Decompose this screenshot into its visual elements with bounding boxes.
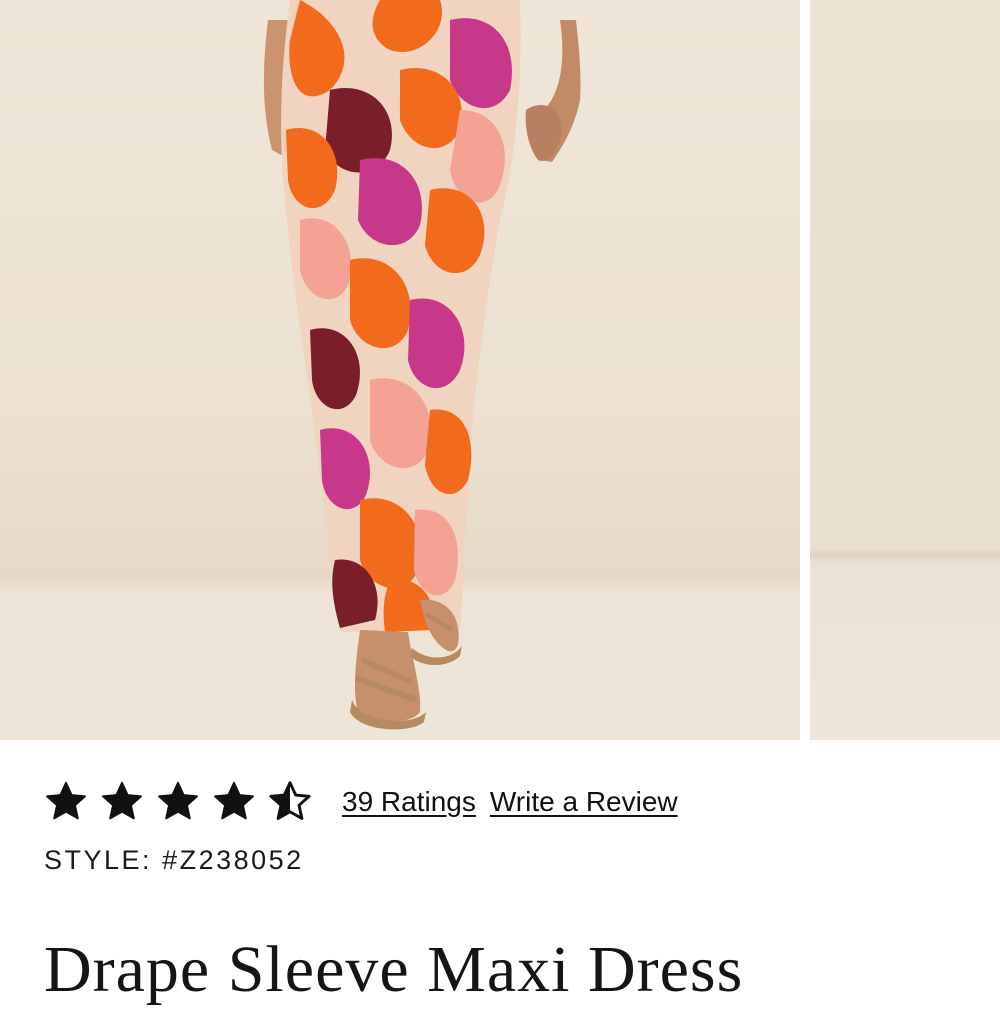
- main-product-photo[interactable]: [0, 0, 800, 740]
- product-image-gallery[interactable]: [0, 0, 1000, 740]
- write-review-link[interactable]: Write a Review: [490, 786, 678, 818]
- star-half-icon: [268, 780, 312, 824]
- product-title: Drape Sleeve Maxi Dress: [44, 933, 744, 1006]
- star-full-icon: [44, 780, 88, 824]
- style-value: #Z238052: [162, 845, 304, 875]
- star-full-icon: [156, 780, 200, 824]
- style-number: STYLE: #Z238052: [44, 845, 304, 876]
- next-product-photo[interactable]: [810, 0, 1000, 740]
- style-label: STYLE:: [44, 845, 153, 875]
- rating-row: 39 Ratings Write a Review: [44, 776, 678, 828]
- star-full-icon: [212, 780, 256, 824]
- star-full-icon: [100, 780, 144, 824]
- star-rating: [44, 780, 324, 824]
- dress-photo-illustration: [263, 0, 581, 730]
- ratings-count-link[interactable]: 39 Ratings: [342, 786, 476, 818]
